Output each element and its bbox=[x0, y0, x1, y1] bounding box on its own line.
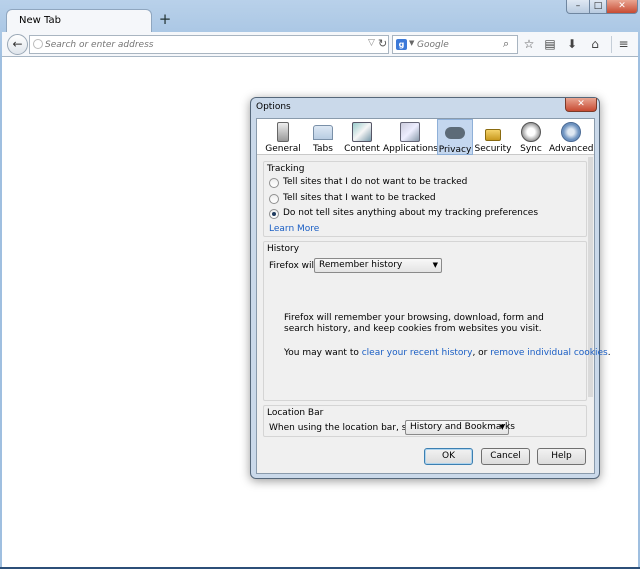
help-button[interactable]: Help bbox=[537, 448, 586, 465]
history-description: Firefox will remember your browsing, dow… bbox=[284, 313, 544, 334]
menu-icon[interactable]: ≡ bbox=[611, 36, 633, 53]
tab-title: New Tab bbox=[19, 15, 61, 26]
radio-button-checked[interactable] bbox=[269, 209, 279, 219]
learn-more-link[interactable]: Learn More bbox=[269, 224, 319, 235]
search-icon[interactable]: ⌕ bbox=[503, 37, 509, 51]
tab-new-tab[interactable]: New Tab bbox=[6, 9, 152, 33]
maximize-button[interactable]: □ bbox=[589, 0, 607, 14]
bookmarks-menu-icon[interactable]: ▤ bbox=[542, 36, 558, 53]
applications-icon bbox=[400, 122, 420, 142]
history-title: History bbox=[267, 244, 300, 254]
pane-advanced[interactable]: Advanced bbox=[549, 119, 593, 155]
tracking-group: Tracking Tell sites that I do not want t… bbox=[263, 161, 587, 237]
minimize-icon: – bbox=[575, 1, 581, 11]
content-icon bbox=[352, 122, 372, 142]
tracking-title: Tracking bbox=[267, 164, 305, 174]
ok-button[interactable]: OK bbox=[424, 448, 473, 465]
clear-recent-history-link[interactable]: clear your recent history bbox=[362, 348, 473, 358]
site-identity-icon[interactable] bbox=[33, 39, 43, 49]
pane-content[interactable]: Content bbox=[341, 119, 383, 155]
padlock-icon bbox=[485, 129, 501, 141]
search-bar[interactable]: g ▼ ⌕ bbox=[392, 35, 518, 54]
history-mode-select[interactable]: Remember history ▼ bbox=[314, 258, 442, 273]
url-history-dropdown-icon[interactable]: ▽ bbox=[368, 38, 375, 48]
reload-icon[interactable]: ↻ bbox=[378, 37, 387, 50]
pane-applications[interactable]: Applications bbox=[383, 119, 438, 155]
google-engine-icon[interactable]: g bbox=[396, 39, 407, 50]
tabs-icon bbox=[313, 125, 333, 140]
location-suggest-select[interactable]: History and Bookmarks ▼ bbox=[405, 420, 515, 435]
preferences-pane-bar: General Tabs Content Applications Privac… bbox=[257, 119, 594, 155]
options-dialog: Options ✕ General Tabs Content Applicati… bbox=[250, 97, 611, 479]
close-icon: ✕ bbox=[577, 99, 585, 109]
location-bar-title: Location Bar bbox=[267, 408, 324, 418]
dialog-scrollbar[interactable] bbox=[588, 157, 593, 397]
radio-button[interactable] bbox=[269, 194, 279, 204]
dropdown-arrow-icon: ▼ bbox=[499, 423, 505, 431]
url-input[interactable] bbox=[45, 37, 345, 52]
privacy-mask-icon bbox=[445, 127, 465, 139]
firefox-will-label: Firefox will: bbox=[269, 261, 320, 271]
cancel-button[interactable]: Cancel bbox=[481, 448, 530, 465]
title-bar: New Tab + – □ ✕ bbox=[0, 0, 640, 33]
search-input[interactable] bbox=[417, 37, 499, 52]
pane-general[interactable]: General bbox=[261, 119, 305, 155]
minimize-button[interactable]: – bbox=[566, 0, 590, 14]
location-bar-group: Location Bar When using the location bar… bbox=[263, 405, 587, 437]
dropdown-arrow-icon: ▼ bbox=[432, 261, 438, 269]
general-icon bbox=[277, 122, 289, 142]
dialog-title: Options bbox=[256, 102, 291, 112]
close-icon: ✕ bbox=[618, 1, 626, 11]
history-suggestion: You may want to clear your recent histor… bbox=[284, 348, 611, 358]
pane-privacy[interactable]: Privacy bbox=[437, 119, 473, 155]
navigation-toolbar: ← ▽ ↻ g ▼ ⌕ ☆ ▤ ⬇ ⌂ ≡ bbox=[2, 32, 638, 57]
pane-security[interactable]: Security bbox=[474, 119, 512, 155]
url-bar[interactable]: ▽ ↻ bbox=[29, 35, 389, 54]
history-group: History Firefox will: Remember history ▼… bbox=[263, 241, 611, 401]
back-arrow-icon: ← bbox=[12, 37, 23, 51]
engine-dropdown-icon[interactable]: ▼ bbox=[409, 39, 414, 47]
new-tab-button[interactable]: + bbox=[157, 11, 173, 27]
pane-sync[interactable]: Sync bbox=[513, 119, 549, 155]
back-button[interactable]: ← bbox=[7, 34, 28, 55]
pane-tabs[interactable]: Tabs bbox=[305, 119, 341, 155]
dialog-close-button[interactable]: ✕ bbox=[565, 98, 597, 112]
sync-icon bbox=[521, 122, 541, 142]
advanced-gear-icon bbox=[561, 122, 581, 142]
home-icon[interactable]: ⌂ bbox=[587, 36, 603, 53]
radio-button[interactable] bbox=[269, 178, 279, 188]
remove-individual-cookies-link[interactable]: remove individual cookies bbox=[490, 348, 607, 358]
download-icon[interactable]: ⬇ bbox=[564, 36, 580, 53]
maximize-icon: □ bbox=[593, 1, 603, 11]
dialog-body: General Tabs Content Applications Privac… bbox=[256, 118, 611, 474]
window-close-button[interactable]: ✕ bbox=[606, 0, 638, 14]
star-icon[interactable]: ☆ bbox=[521, 36, 537, 53]
